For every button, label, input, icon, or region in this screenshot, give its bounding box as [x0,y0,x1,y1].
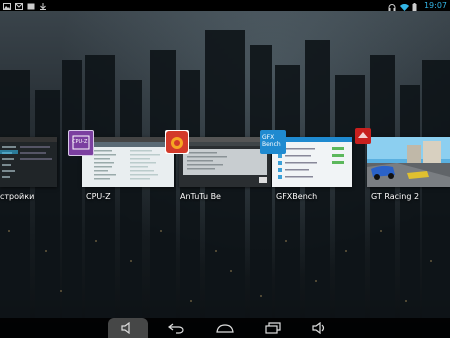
volume-up-button[interactable] [300,318,340,338]
recent-label-antutu: AnTuTu Be [180,192,221,201]
gfxbench-icon-text: GFX Bench [262,134,281,148]
recents-icon [265,322,281,334]
system-icons: 19:07 [388,0,447,11]
screenshot-icon [27,2,35,10]
navigation-bar [0,318,450,338]
back-button[interactable] [156,318,196,338]
volume-down-icon [121,322,130,334]
gtracing-icon[interactable] [355,128,371,144]
recent-label-cpuz: CPU-Z [86,192,111,201]
recent-label-settings: стройки [0,192,35,201]
status-clock: 19:07 [423,1,447,10]
notification-icons [3,0,47,10]
home-icon [216,324,234,333]
download-icon [39,2,47,10]
volume-up-icon [312,322,325,334]
image-icon [3,2,11,10]
wifi-icon [399,3,409,11]
status-bar: 19:07 [0,0,450,11]
cpuz-icon-text: CPU-Z [72,139,88,145]
recent-thumbnail-cpuz[interactable] [82,137,174,187]
recent-thumbnail-antutu[interactable] [179,137,271,187]
recents-button[interactable] [253,318,293,338]
recent-apps-list: стройки CPU-Z CPU-Z AnTuTu Be GFX Bench … [0,128,450,210]
headset-icon [388,3,396,11]
home-button[interactable] [205,318,245,338]
recent-thumbnail-gtracing[interactable] [367,137,450,187]
recent-thumbnail-settings[interactable] [0,137,57,187]
recent-label-gtracing: GT Racing 2 [371,192,420,201]
antutu-icon[interactable] [165,130,189,154]
mail-icon [15,2,23,10]
battery-icon [412,3,420,11]
cpuz-icon[interactable]: CPU-Z [68,130,94,156]
gfxbench-icon[interactable]: GFX Bench [260,130,286,154]
recent-label-gfxbench: GFXBench [276,192,318,201]
back-icon [168,323,184,334]
volume-down-button[interactable] [108,318,148,338]
